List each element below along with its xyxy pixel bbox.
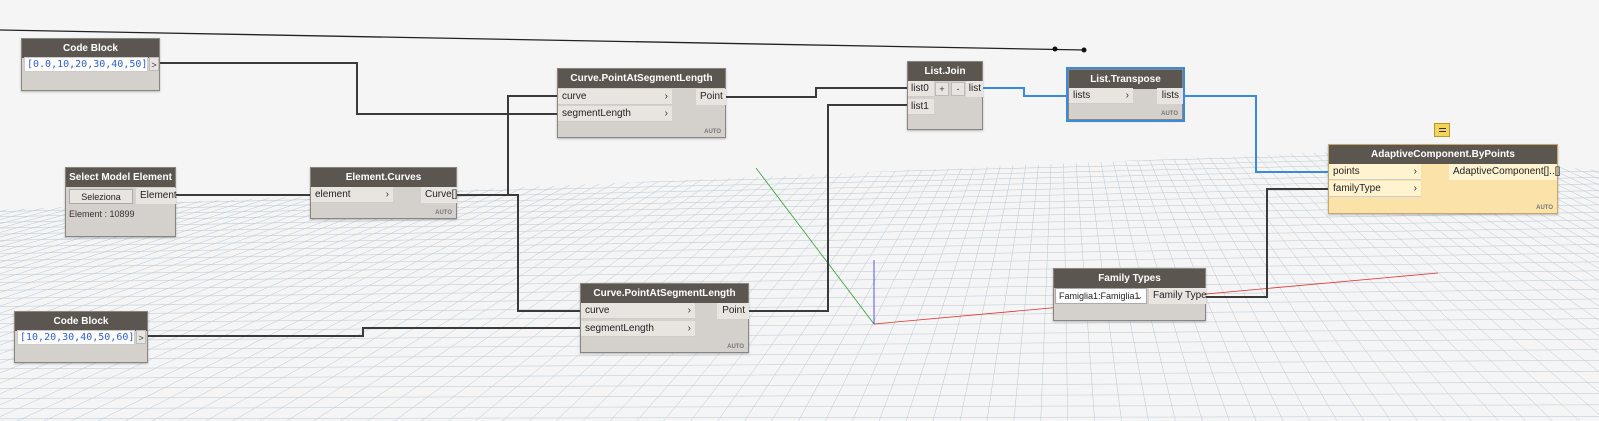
list-transpose-node[interactable]: List.Transpose lists › lists AUTO xyxy=(1066,67,1185,122)
port-label: segmentLength xyxy=(562,108,631,119)
node-title: Code Block xyxy=(22,39,159,58)
output-port-point[interactable]: Point xyxy=(717,303,749,319)
grid-line xyxy=(932,151,1005,421)
grid-line xyxy=(0,349,1599,360)
output-port-lists[interactable]: lists xyxy=(1157,88,1183,104)
node-title: Curve.PointAtSegmentLength xyxy=(581,284,748,303)
output-port-adaptive[interactable]: AdaptiveComponent[]..[] xyxy=(1449,164,1560,180)
output-port-point[interactable]: Point xyxy=(696,89,726,105)
grid-line xyxy=(0,381,1599,389)
input-port-family-type[interactable]: familyType › xyxy=(1329,181,1421,197)
input-port-curve[interactable]: curve › xyxy=(558,89,672,105)
grid-line xyxy=(0,219,1599,248)
grid-line xyxy=(0,270,1599,291)
chevron-right-icon: › xyxy=(687,323,691,334)
list-join-node[interactable]: List.Join list0 + - list list1 xyxy=(907,61,983,130)
selection-status: Element : 10899 xyxy=(69,209,135,219)
node-title: List.Transpose xyxy=(1069,70,1182,89)
element-curves-node[interactable]: Element.Curves element › Curve[] AUTO xyxy=(310,167,457,219)
grid-line xyxy=(1181,151,1338,421)
lacing-label: AUTO xyxy=(435,210,452,216)
chevron-right-icon: › xyxy=(664,91,668,102)
chevron-down-icon: ⌄ xyxy=(1136,292,1143,301)
point-at-segment-node-1[interactable]: Curve.PointAtSegmentLength curve › segmen… xyxy=(557,68,726,138)
graph-canvas[interactable]: Code Block [0.0,10,20,30,40,50]; > Code … xyxy=(0,0,1599,421)
output-port[interactable]: > xyxy=(149,57,159,71)
grid-line xyxy=(0,393,1599,399)
preview-point xyxy=(1081,47,1087,53)
node-title: List.Join xyxy=(908,62,982,81)
port-label: element xyxy=(315,189,351,200)
family-types-node[interactable]: Family Types Famiglia1:Famiglia1 ⌄ Family… xyxy=(1053,268,1207,321)
chevron-right-icon: › xyxy=(1413,166,1417,177)
output-port-family-type[interactable]: Family Type xyxy=(1149,288,1207,304)
chevron-right-icon: › xyxy=(687,305,691,316)
grid-line xyxy=(0,298,1599,316)
grid-line xyxy=(0,235,1599,261)
add-input-button[interactable]: + xyxy=(935,82,949,96)
grid-line xyxy=(0,404,1599,409)
family-type-dropdown[interactable]: Famiglia1:Famiglia1 ⌄ xyxy=(1055,288,1147,304)
grid-line xyxy=(0,318,1599,333)
output-port-list[interactable]: list xyxy=(966,81,983,97)
grid-line xyxy=(0,289,1599,307)
chevron-right-icon: › xyxy=(1125,90,1129,101)
input-port-curve[interactable]: curve › xyxy=(581,303,695,319)
grid-line xyxy=(0,328,1599,342)
lacing-label: AUTO xyxy=(1161,111,1178,117)
port-label: points xyxy=(1333,166,1360,177)
port-label: familyType xyxy=(1333,183,1381,194)
input-port-list1[interactable]: list1 xyxy=(908,99,934,115)
output-port-curves[interactable]: Curve[] xyxy=(421,187,457,203)
port-label: curve xyxy=(562,91,587,102)
output-port-element[interactable]: Element xyxy=(136,188,177,204)
select-model-element-node[interactable]: Select Model Element Seleziona Element E… xyxy=(65,167,177,237)
output-port[interactable]: > xyxy=(136,330,146,344)
code-input[interactable]: [0.0,10,20,30,40,50]; xyxy=(24,57,153,72)
code-input[interactable]: [10,20,30,40,50,60]; xyxy=(17,330,140,345)
node-title: AdaptiveComponent.ByPoints xyxy=(1329,145,1557,164)
node-title: Element.Curves xyxy=(311,168,456,187)
input-port-lists[interactable]: lists › xyxy=(1069,88,1133,104)
grid-line xyxy=(1561,151,1599,168)
chevron-right-icon: › xyxy=(664,108,668,119)
code-block-node-2[interactable]: Code Block [10,20,30,40,50,60]; > xyxy=(14,311,148,363)
select-button[interactable]: Seleziona xyxy=(69,189,133,204)
lacing-label: AUTO xyxy=(727,344,744,350)
node-title: Curve.PointAtSegmentLength xyxy=(558,69,725,88)
input-port-element[interactable]: element › xyxy=(311,187,393,203)
lacing-label: AUTO xyxy=(704,129,721,135)
preview-point xyxy=(1052,46,1058,52)
input-port-segment-length[interactable]: segmentLength › xyxy=(581,321,695,337)
point-at-segment-node-2[interactable]: Curve.PointAtSegmentLength curve › segmen… xyxy=(580,283,749,353)
adaptive-component-node[interactable]: AdaptiveComponent.ByPoints points › famil… xyxy=(1328,144,1560,214)
port-label: curve xyxy=(585,305,610,316)
port-label: segmentLength xyxy=(585,323,654,334)
dropdown-value: Famiglia1:Famiglia1 xyxy=(1059,291,1140,301)
preview-bubble-icon[interactable] xyxy=(1434,123,1450,137)
node-title: Family Types xyxy=(1054,269,1205,288)
grid-line xyxy=(1585,151,1599,158)
grid-line xyxy=(905,151,993,421)
input-port-segment-length[interactable]: segmentLength › xyxy=(558,106,672,122)
remove-input-button[interactable]: - xyxy=(951,82,965,96)
input-port-list0[interactable]: list0 xyxy=(908,81,934,97)
lacing-label: AUTO xyxy=(1536,205,1553,211)
input-port-points[interactable]: points › xyxy=(1329,164,1421,180)
port-label: lists xyxy=(1073,90,1091,101)
grid-line xyxy=(0,308,1599,324)
code-block-node-1[interactable]: Code Block [0.0,10,20,30,40,50]; > xyxy=(21,38,160,91)
node-title: Code Block xyxy=(15,312,147,331)
chevron-right-icon: › xyxy=(385,189,389,200)
node-title: Select Model Element xyxy=(66,168,175,187)
grid-line xyxy=(0,338,1599,351)
chevron-right-icon: › xyxy=(1413,183,1417,194)
